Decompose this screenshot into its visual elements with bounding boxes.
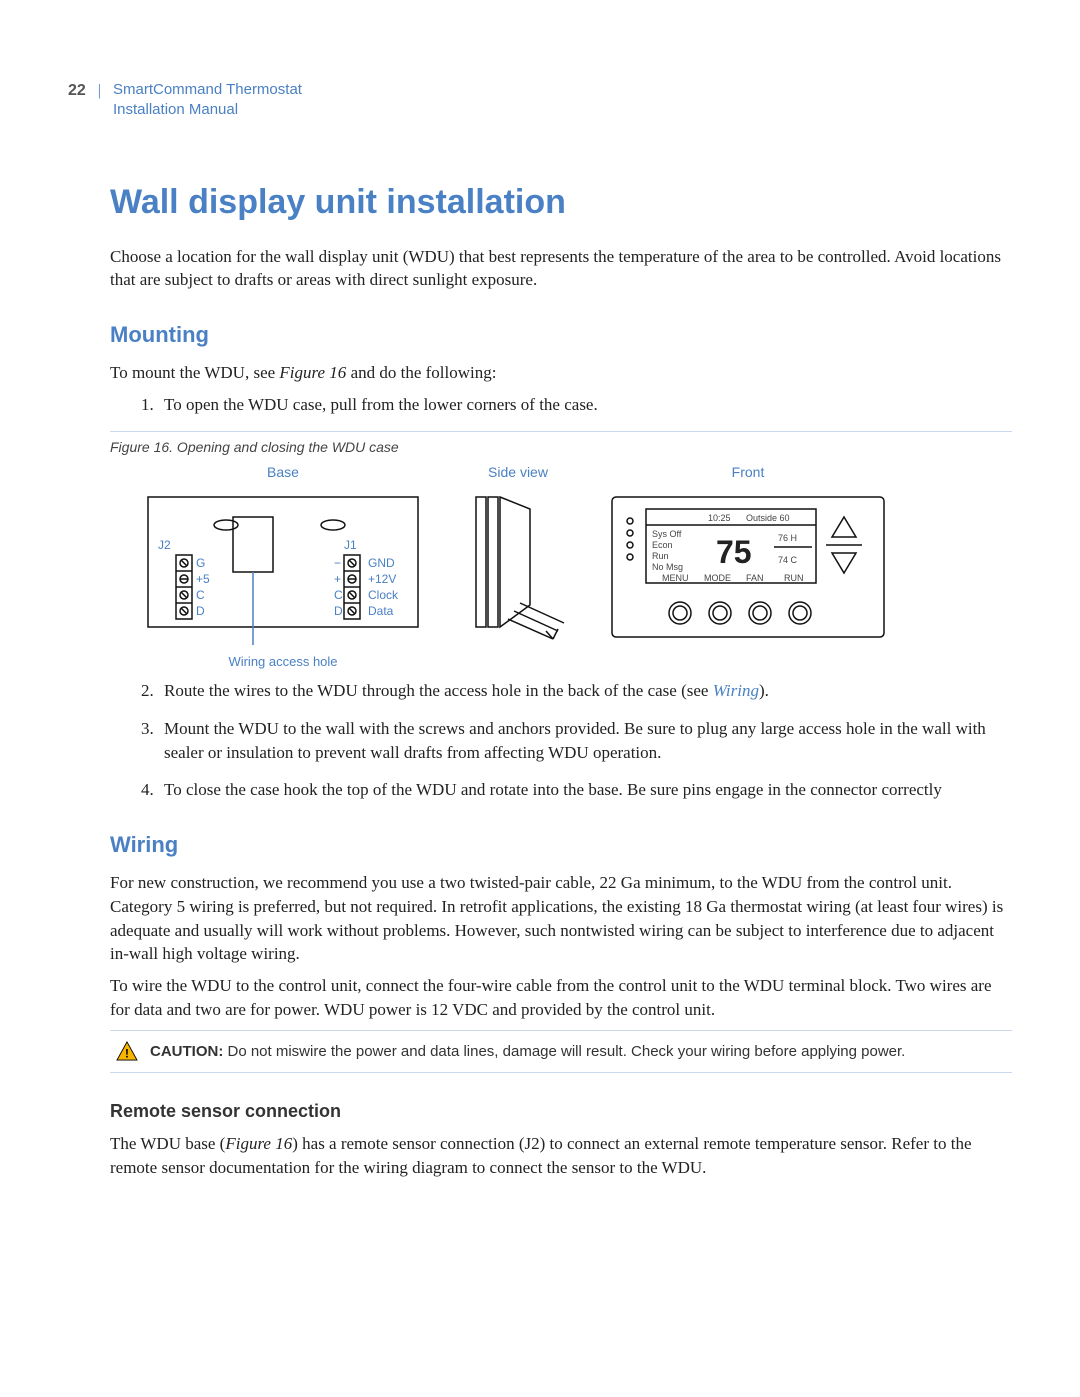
figure-base-label: Base xyxy=(267,463,299,483)
svg-text:+12V: +12V xyxy=(368,572,396,586)
svg-text:D: D xyxy=(196,604,205,618)
svg-text:Run: Run xyxy=(652,551,669,561)
figure-front-label: Front xyxy=(732,463,765,483)
mounting-step-1: To open the WDU case, pull from the lowe… xyxy=(158,393,1012,417)
mounting-lead: To mount the WDU, see Figure 16 and do t… xyxy=(110,361,1012,385)
svg-text:GND: GND xyxy=(368,556,395,570)
figure-row: Base J2 G +5 C D J1 xyxy=(138,463,1012,671)
doc-title-block: SmartCommand Thermostat Installation Man… xyxy=(113,80,302,119)
warning-icon: ! xyxy=(116,1041,138,1061)
svg-text:Data: Data xyxy=(368,604,394,618)
header-divider: | xyxy=(98,80,101,102)
svg-text:10:25: 10:25 xyxy=(708,513,731,523)
figure-side-column: Side view xyxy=(458,463,578,647)
mounting-steps-cont: Route the wires to the WDU through the a… xyxy=(158,679,1012,802)
doc-title-line2: Installation Manual xyxy=(113,100,302,120)
svg-text:+5: +5 xyxy=(196,572,210,586)
svg-text:RUN: RUN xyxy=(784,573,804,583)
mounting-step-3: Mount the WDU to the wall with the screw… xyxy=(158,717,1012,765)
svg-text:D: D xyxy=(334,604,343,618)
mounting-steps: To open the WDU case, pull from the lowe… xyxy=(158,393,1012,417)
svg-text:MENU: MENU xyxy=(662,573,689,583)
page-number: 22 xyxy=(68,80,86,102)
caution-label: CAUTION: xyxy=(150,1043,223,1060)
svg-text:C: C xyxy=(334,588,343,602)
svg-text:No Msg: No Msg xyxy=(652,562,683,572)
remote-figref: Figure 16 xyxy=(225,1134,292,1153)
mounting-lead-figref: Figure 16 xyxy=(279,363,346,382)
figure-access-label: Wiring access hole xyxy=(228,653,337,671)
svg-text:!: ! xyxy=(125,1046,129,1060)
mounting-heading: Mounting xyxy=(110,320,1012,351)
figure-base-column: Base J2 G +5 C D J1 xyxy=(138,463,428,671)
svg-text:−: − xyxy=(334,556,341,570)
caution-text: CAUTION: Do not miswire the power and da… xyxy=(150,1041,905,1062)
j2-label: J2 xyxy=(158,538,171,552)
doc-title-line1: SmartCommand Thermostat xyxy=(113,80,302,100)
svg-text:MODE: MODE xyxy=(704,573,731,583)
wiring-heading: Wiring xyxy=(110,830,1012,861)
svg-text:Outside 60: Outside 60 xyxy=(746,513,790,523)
svg-text:C: C xyxy=(196,588,205,602)
svg-text:G: G xyxy=(196,556,205,570)
page-title: Wall display unit installation xyxy=(110,179,1012,227)
wiring-link[interactable]: Wiring xyxy=(713,681,759,700)
figure-front-column: Front 10:25 Outside 60 Sys Off Econ Run … xyxy=(608,463,888,647)
svg-text:76 H: 76 H xyxy=(778,533,797,543)
svg-text:Clock: Clock xyxy=(368,588,399,602)
mounting-lead-a: To mount the WDU, see xyxy=(110,363,279,382)
figure-front-svg: 10:25 Outside 60 Sys Off Econ Run No Msg… xyxy=(608,487,888,647)
svg-text:74 C: 74 C xyxy=(778,555,798,565)
figure-rule-top xyxy=(110,431,1012,432)
mounting-step-2: Route the wires to the WDU through the a… xyxy=(158,679,1012,703)
figure-base-svg: J2 G +5 C D J1 − xyxy=(138,487,428,647)
remote-paragraph: The WDU base (Figure 16) has a remote se… xyxy=(110,1132,1012,1180)
svg-text:Econ: Econ xyxy=(652,540,673,550)
wiring-p2: To wire the WDU to the control unit, con… xyxy=(110,974,1012,1022)
svg-text:+: + xyxy=(334,572,341,586)
figure-caption: Figure 16. Opening and closing the WDU c… xyxy=(110,438,1012,458)
svg-text:FAN: FAN xyxy=(746,573,764,583)
mounting-lead-b: and do the following: xyxy=(346,363,496,382)
remote-heading: Remote sensor connection xyxy=(110,1099,1012,1124)
svg-text:75: 75 xyxy=(716,534,752,570)
mounting-step-4: To close the case hook the top of the WD… xyxy=(158,778,1012,802)
page-header: 22 | SmartCommand Thermostat Installatio… xyxy=(68,80,1012,119)
wiring-p1: For new construction, we recommend you u… xyxy=(110,871,1012,966)
caution-box: ! CAUTION: Do not miswire the power and … xyxy=(110,1030,1012,1073)
j1-label: J1 xyxy=(344,538,357,552)
figure-side-label: Side view xyxy=(488,463,548,483)
figure-side-svg xyxy=(458,487,578,647)
svg-text:Sys Off: Sys Off xyxy=(652,529,682,539)
intro-paragraph: Choose a location for the wall display u… xyxy=(110,245,1012,293)
